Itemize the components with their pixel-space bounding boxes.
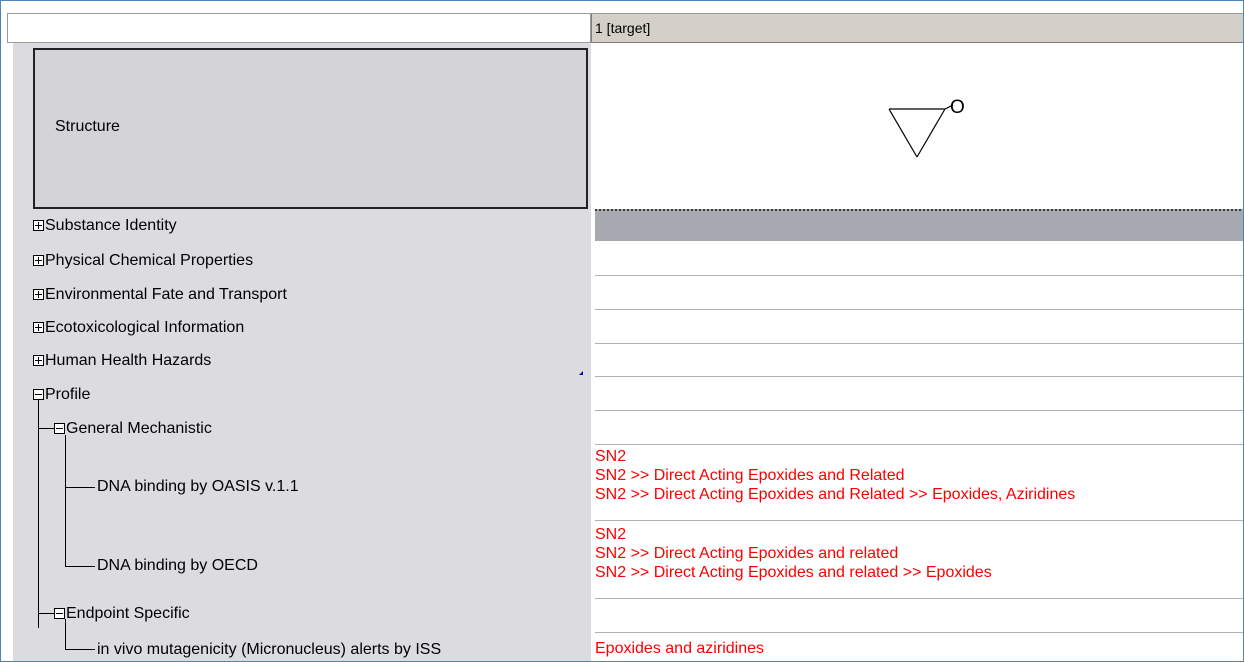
row-separator [595,343,1243,344]
column-header-label: 1 [target] [595,20,651,36]
collapse-minus-icon[interactable] [54,608,65,619]
tree-item-endpoint-specific[interactable]: Endpoint Specific [54,605,190,623]
row-separator [595,309,1243,310]
alert-value: SN2 >> Direct Acting Epoxides and Relate… [595,486,1076,503]
expand-plus-icon[interactable] [33,289,44,300]
tree-item-dna-binding-oasis[interactable]: DNA binding by OASIS v.1.1 [97,478,299,496]
resize-marker-icon [579,371,583,375]
tree-item-profile[interactable]: Profile [33,386,90,404]
expand-plus-icon[interactable] [33,355,44,366]
expand-plus-icon[interactable] [33,220,44,231]
tree-connector-line [38,613,54,614]
tree-item-human-health-hazards[interactable]: Human Health Hazards [33,352,211,370]
tree-item-substance-identity[interactable]: Substance Identity [33,217,177,235]
tree-connector-line [65,619,66,649]
tree-connector-line [65,435,66,566]
alert-value: Epoxides and aziridines [595,640,764,657]
alert-value: SN2 [595,448,627,465]
tree-item-general-mechanistic[interactable]: General Mechanistic [54,420,212,438]
tree-connector-line [65,649,95,650]
tree-item-physical-chemical-properties[interactable]: Physical Chemical Properties [33,252,253,270]
molecule-atom-label: O [950,97,965,118]
collapse-minus-icon[interactable] [54,423,65,434]
data-matrix-window: 1 [target] Structure O Substance Identit… [0,0,1244,662]
alert-value: SN2 >> Direct Acting Epoxides and Relate… [595,467,905,484]
row-separator [595,376,1243,377]
expand-plus-icon[interactable] [33,322,44,333]
row-separator [595,410,1243,411]
cell-dna-binding-oecd[interactable]: SN2 SN2 >> Direct Acting Epoxides and re… [595,525,992,582]
tree-item-dna-binding-oecd[interactable]: DNA binding by OECD [97,557,258,575]
alert-value: SN2 [595,526,627,543]
row-separator [595,598,1243,599]
row-separator [595,520,1243,521]
tree-item-environmental-fate[interactable]: Environmental Fate and Transport [33,286,287,304]
tree-connector-line [38,399,39,628]
row-separator [595,275,1243,276]
tree-connector-line [65,487,95,488]
tree-connector-line [38,428,54,429]
epoxide-structure-image: O [888,97,965,158]
cell-dna-binding-oasis[interactable]: SN2 SN2 >> Direct Acting Epoxides and Re… [595,447,1075,504]
tree-item-in-vivo-mutagenicity[interactable]: in vivo mutagenicity (Micronucleus) aler… [97,641,441,659]
expand-plus-icon[interactable] [33,255,44,266]
alert-value: SN2 >> Direct Acting Epoxides and relate… [595,564,992,581]
row-separator [595,632,1243,633]
row-separator [595,444,1243,445]
column-header-target[interactable]: 1 [target] [591,13,1243,43]
cell-in-vivo-mutagenicity[interactable]: Epoxides and aziridines [595,639,764,658]
header-corner-cell [7,13,591,43]
structure-label: Structure [55,118,120,135]
alert-value: SN2 >> Direct Acting Epoxides and relate… [595,545,899,562]
substance-identity-value-bar [595,209,1243,241]
tree-connector-line [65,566,95,567]
tree-item-ecotoxicological-information[interactable]: Ecotoxicological Information [33,319,244,337]
